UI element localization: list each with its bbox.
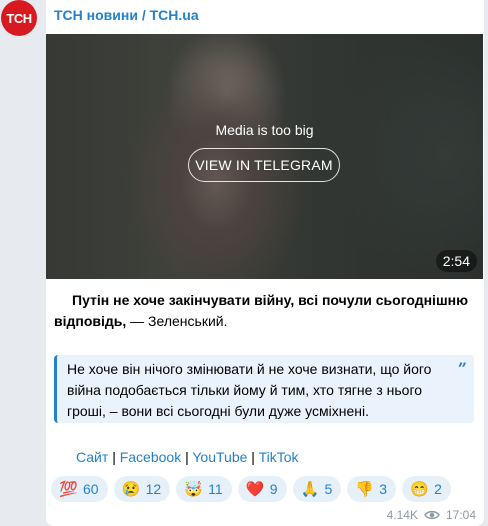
link-separator: | (251, 449, 255, 465)
reactions-bar: 💯 60 😢 12 🤯 11 ❤️ 9 🙏 5 👎 3 😁 2 (51, 476, 451, 502)
thumbs-down-icon: 👎 (355, 481, 374, 498)
video-preview[interactable]: Media is too big VIEW IN TELEGRAM 2:54 (46, 34, 483, 279)
channel-name-link[interactable]: ТСН новини / TCH.ua (54, 7, 199, 23)
reaction-hundred[interactable]: 💯 60 (51, 476, 108, 502)
media-too-big-message: Media is too big (215, 122, 314, 138)
folded-hands-icon: 🙏 (300, 481, 320, 498)
reaction-heart[interactable]: ❤️ 9 (237, 476, 287, 502)
link-site[interactable]: Сайт (76, 449, 108, 465)
reaction-count: 12 (145, 481, 162, 497)
reaction-mind-blown[interactable]: 🤯 11 (176, 476, 232, 502)
eye-icon (424, 510, 440, 520)
hundred-points-icon: 💯 (59, 481, 78, 498)
grinning-face-icon: 😁 (410, 481, 429, 498)
reaction-count: 5 (324, 481, 333, 497)
reaction-grin[interactable]: 😁 2 (402, 476, 451, 502)
reaction-thumbs-down[interactable]: 👎 3 (347, 476, 397, 502)
link-separator: | (112, 449, 116, 465)
message-time: 17:04 (445, 508, 476, 522)
quote-icon: ” (457, 359, 467, 378)
message-meta: 4.14K 17:04 (387, 508, 476, 522)
social-links: Сайт | Facebook | YouTube | TikTok (76, 449, 299, 465)
link-tiktok[interactable]: TikTok (259, 449, 299, 465)
mind-blown-icon: 🤯 (184, 481, 203, 498)
reaction-count: 2 (434, 481, 442, 497)
quote-text: Не хоче він нічого змінювати й не хоче в… (67, 361, 432, 419)
view-count: 4.14K (386, 508, 418, 522)
link-youtube[interactable]: YouTube (192, 449, 247, 465)
reaction-count: 60 (83, 481, 99, 497)
view-in-telegram-button[interactable]: VIEW IN TELEGRAM (188, 148, 340, 182)
reaction-crying[interactable]: 😢 12 (113, 476, 171, 502)
caption-rest-text: — Зеленський. (126, 313, 228, 329)
link-separator: | (185, 449, 189, 465)
reaction-pray[interactable]: 🙏 5 (292, 476, 342, 502)
video-duration-badge: 2:54 (435, 250, 477, 272)
link-facebook[interactable]: Facebook (120, 449, 181, 465)
reaction-count: 9 (269, 481, 278, 497)
red-heart-icon: ❤️ (245, 481, 265, 498)
message-caption: Путін не хоче закінчувати війну, всі поч… (54, 290, 474, 332)
blockquote: Не хоче він нічого змінювати й не хоче в… (54, 355, 474, 423)
channel-avatar[interactable]: ТСН (1, 0, 37, 36)
reaction-count: 11 (208, 481, 223, 497)
reaction-count: 3 (379, 481, 388, 497)
caption-bold-text: Путін не хоче закінчувати війну, всі поч… (54, 292, 469, 329)
crying-face-icon: 😢 (121, 481, 141, 498)
message-bubble: ТСН новини / TCH.ua Media is too big VIE… (46, 0, 484, 526)
